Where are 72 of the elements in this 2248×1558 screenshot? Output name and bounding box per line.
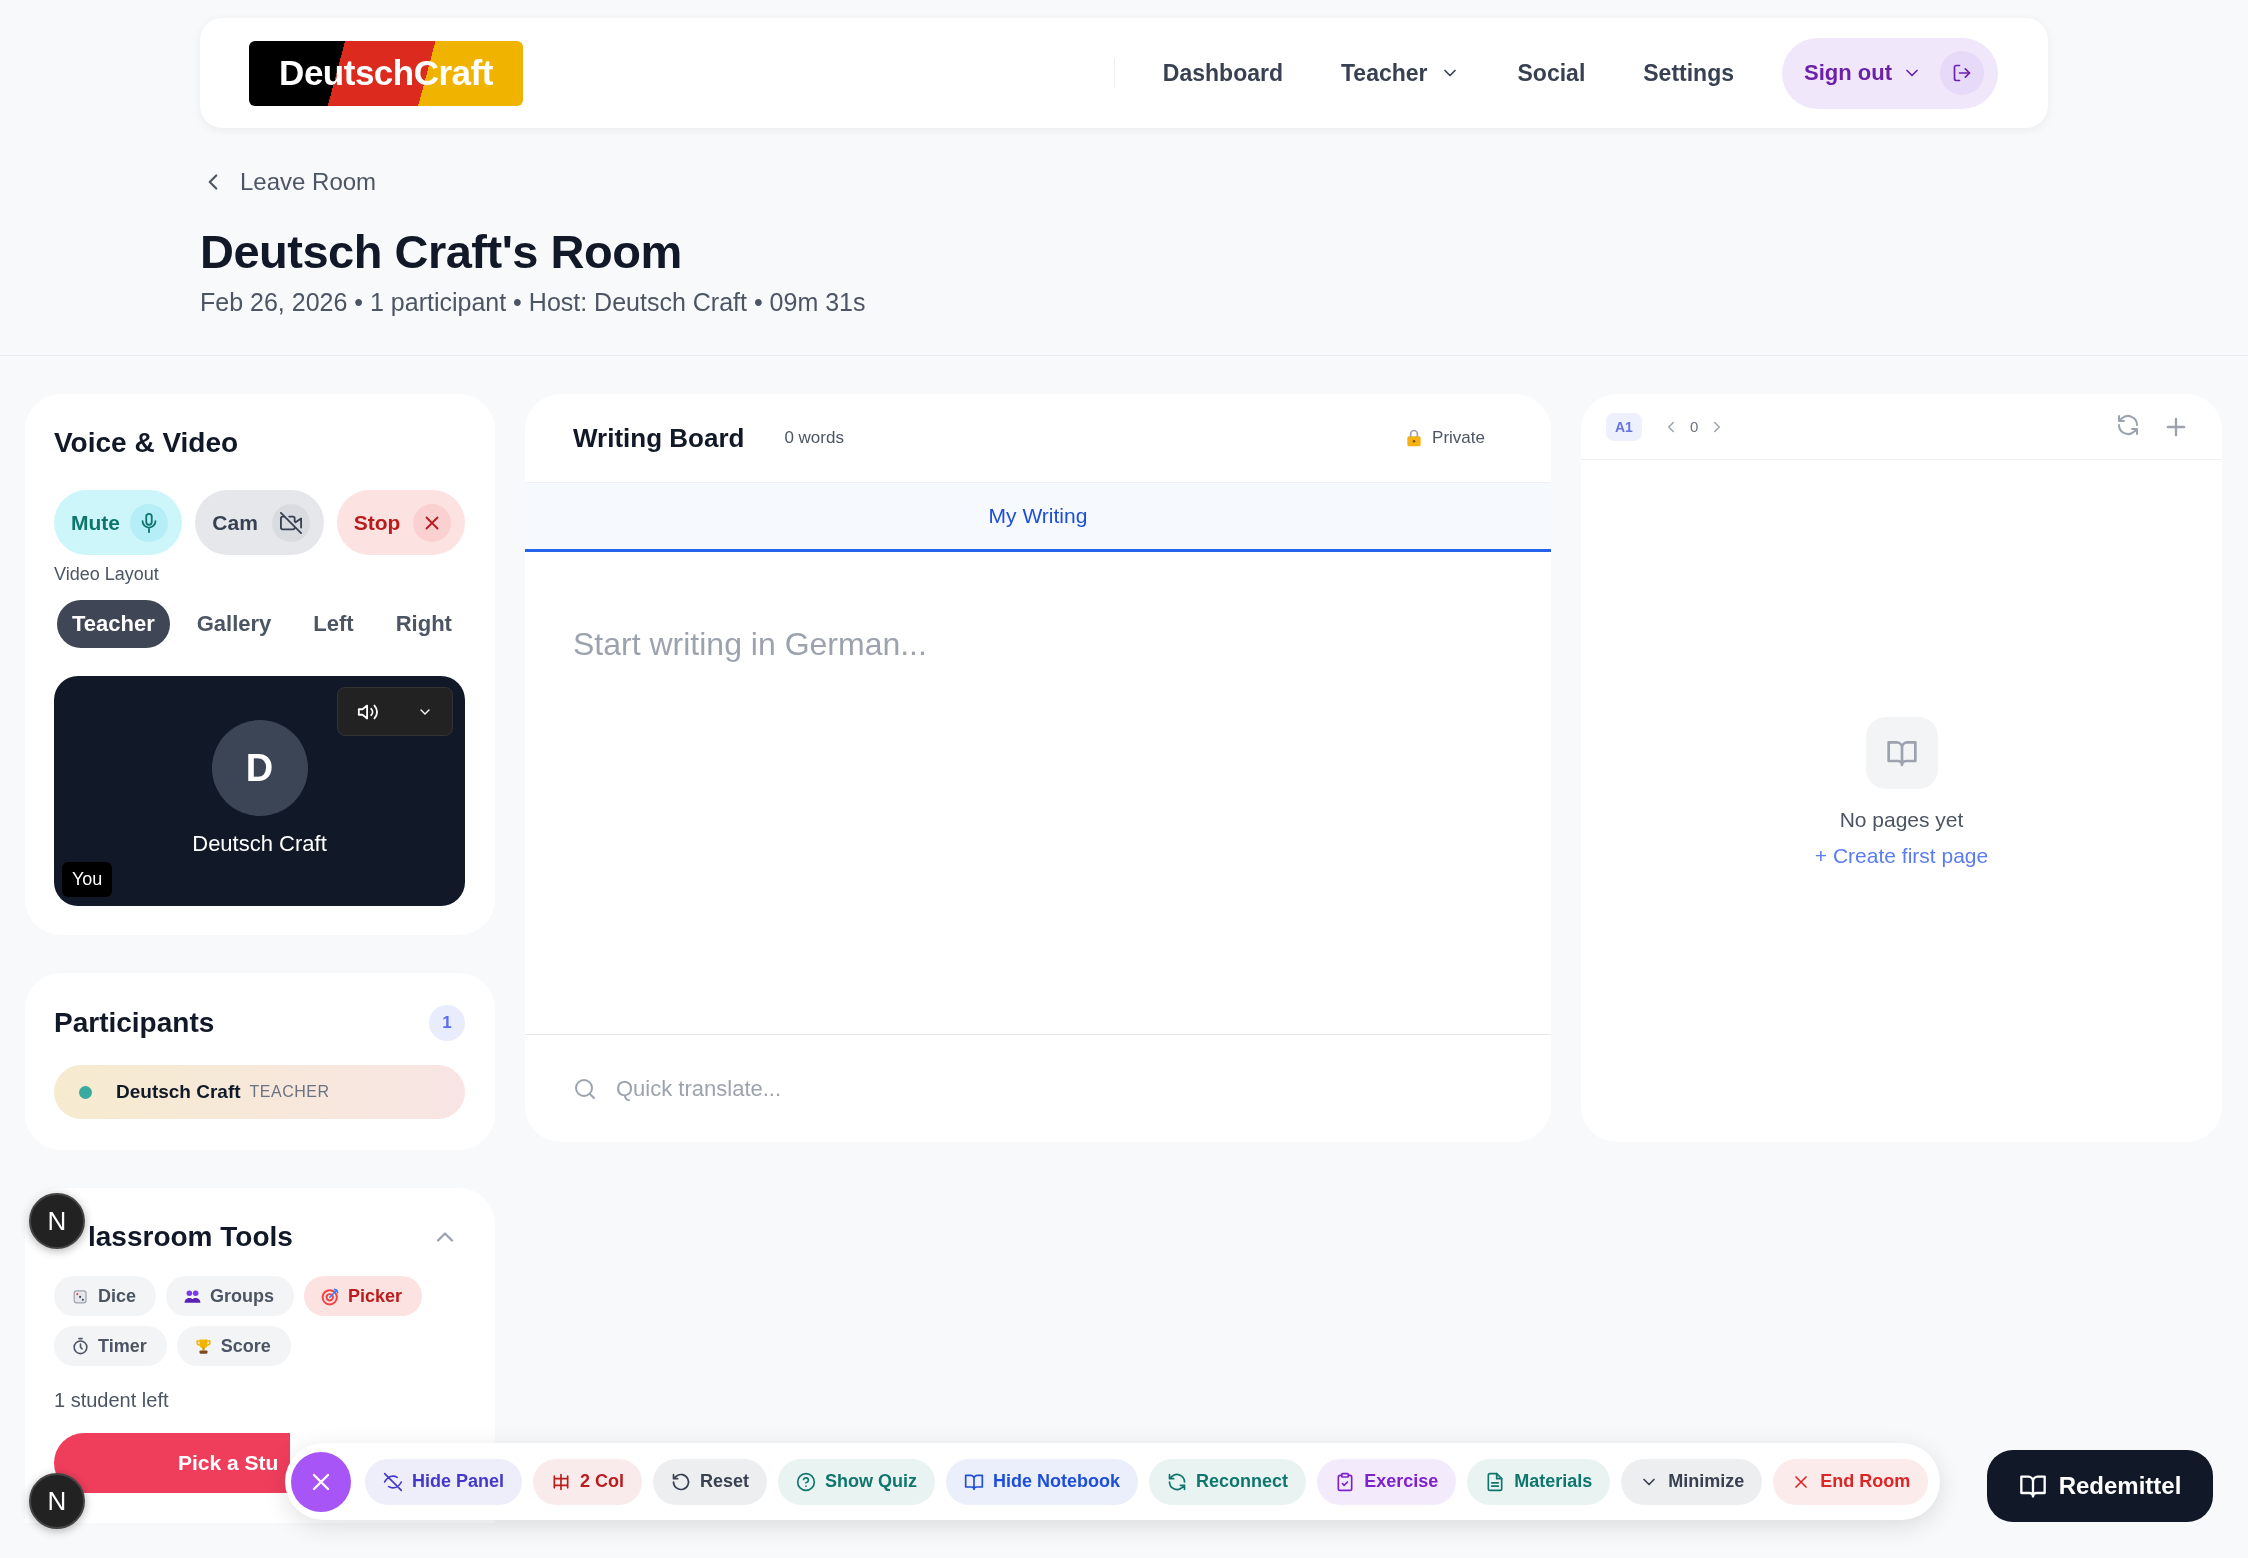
nav-link[interactable]: Settings <box>1643 59 1734 87</box>
nav-link[interactable]: Teacher <box>1341 59 1460 87</box>
mic-icon <box>130 503 169 542</box>
participant-name: Deutsch Craft <box>192 830 327 858</box>
question-icon <box>796 1471 817 1492</box>
layout-tab[interactable]: Gallery <box>181 600 287 648</box>
camera-button[interactable]: Cam <box>195 490 324 555</box>
role-label: TEACHER <box>249 1083 330 1101</box>
section-title: Participants <box>54 1006 215 1040</box>
book-icon <box>1865 717 1938 789</box>
redemittel-button[interactable]: Redemittel <box>1987 1450 2213 1522</box>
level-badge: A1 <box>1606 412 1642 441</box>
status-text: 1 student left <box>54 1388 170 1412</box>
reset-icon <box>671 1471 692 1492</box>
section-title: lassroom Tools <box>88 1220 293 1254</box>
writing-area[interactable]: Start writing in German... <box>573 624 1503 666</box>
eye-off-icon <box>383 1471 403 1492</box>
board-title: Writing Board <box>573 422 745 454</box>
room-meta: Feb 26, 2026 • 1 participant • Host: Deutsch Craft • 09m 31s <box>200 287 867 317</box>
create-page-link[interactable]: + Create first page <box>1814 843 1989 869</box>
stopwatch-icon <box>71 1336 90 1356</box>
layout-tab[interactable]: Right <box>380 600 467 648</box>
refresh-icon[interactable] <box>2116 412 2140 437</box>
clipboard-icon <box>1335 1471 1356 1492</box>
pick-student-button[interactable]: Pick a Stu <box>54 1433 290 1493</box>
tool-chip[interactable]: Dice <box>54 1276 157 1316</box>
visibility-label: Private <box>1432 428 1485 448</box>
mute-button[interactable]: Mute <box>54 490 183 555</box>
stop-button[interactable]: Stop <box>336 490 465 555</box>
audio-menu-button[interactable] <box>337 687 453 736</box>
camera-off-icon <box>271 503 310 542</box>
toolbar-button[interactable]: Hide Panel <box>365 1458 523 1505</box>
toolbar-button[interactable]: Materials <box>1467 1458 1611 1505</box>
tool-chip[interactable]: Picker <box>304 1276 423 1316</box>
you-label: You <box>62 862 113 897</box>
layout-tab[interactable]: Teacher <box>57 600 170 648</box>
tool-chip[interactable]: Timer <box>54 1326 167 1366</box>
toolbar-button[interactable]: End Room <box>1773 1458 1929 1505</box>
layout-tab[interactable]: Left <box>298 600 369 648</box>
translate-field[interactable]: Quick translate... <box>614 1068 1214 1109</box>
nav-link[interactable]: Dashboard <box>1162 59 1283 87</box>
participant-row[interactable]: Deutsch Craft TEACHER <box>54 1065 465 1119</box>
close-button[interactable] <box>291 1451 351 1512</box>
participant-name: Deutsch Craft <box>116 1081 241 1103</box>
tool-chip[interactable]: Score <box>176 1326 291 1366</box>
tool-chip[interactable]: Groups <box>166 1276 295 1316</box>
toolbar-button[interactable]: Hide Notebook <box>946 1458 1139 1505</box>
toolbar-button[interactable]: Minimize <box>1621 1458 1763 1505</box>
sign-out-button[interactable]: Sign out <box>1782 37 1998 109</box>
target-icon <box>321 1286 341 1306</box>
close-icon <box>413 503 451 542</box>
writing-tab[interactable]: My Writing <box>525 483 1551 552</box>
document-icon <box>1485 1471 1506 1492</box>
page-number: 0 <box>1689 418 1699 435</box>
avatar: D <box>211 720 308 816</box>
search-icon <box>573 1076 597 1101</box>
word-count: 0 words <box>784 428 844 448</box>
toolbar-button[interactable]: Reconnect <box>1149 1458 1307 1505</box>
toolbar-button[interactable]: 2 Col <box>533 1458 643 1505</box>
count-badge: 1 <box>429 1005 465 1041</box>
toolbar-button[interactable]: Show Quiz <box>778 1458 936 1505</box>
section-title: Voice & Video <box>54 426 240 460</box>
room-title: Deutsch Craft's Room <box>200 224 683 280</box>
toolbar-button[interactable]: Exercise <box>1317 1458 1457 1505</box>
logout-icon <box>1940 51 1984 95</box>
toolbar-button[interactable]: Reset <box>653 1458 768 1505</box>
leave-room-link[interactable]: Leave Room <box>200 166 377 198</box>
nav-link[interactable]: Social <box>1517 59 1586 87</box>
empty-message: No pages yet <box>1839 807 1964 833</box>
refresh-icon <box>1167 1471 1188 1492</box>
trophy-icon <box>193 1336 213 1356</box>
field-label: Video Layout <box>54 563 160 585</box>
